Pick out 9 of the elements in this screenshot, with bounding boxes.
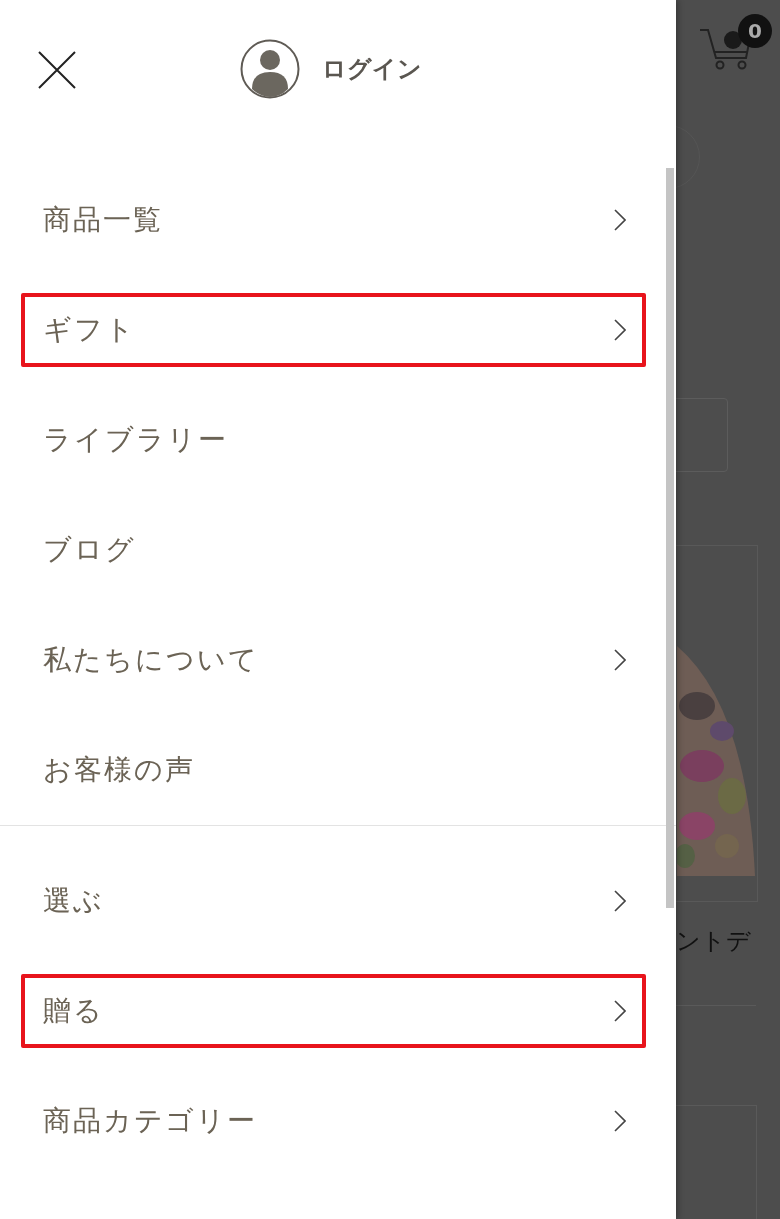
product-title: ントデ bbox=[676, 926, 751, 957]
cart-count-badge: 0 bbox=[738, 14, 772, 48]
user-icon bbox=[240, 39, 300, 99]
close-button[interactable] bbox=[37, 50, 77, 90]
close-icon bbox=[37, 50, 77, 90]
menu-item[interactable]: 贈る bbox=[21, 974, 646, 1048]
scrollbar[interactable] bbox=[666, 168, 674, 908]
login-button[interactable]: ログイン bbox=[240, 39, 422, 99]
menu-item[interactable]: ギフト bbox=[21, 293, 646, 367]
